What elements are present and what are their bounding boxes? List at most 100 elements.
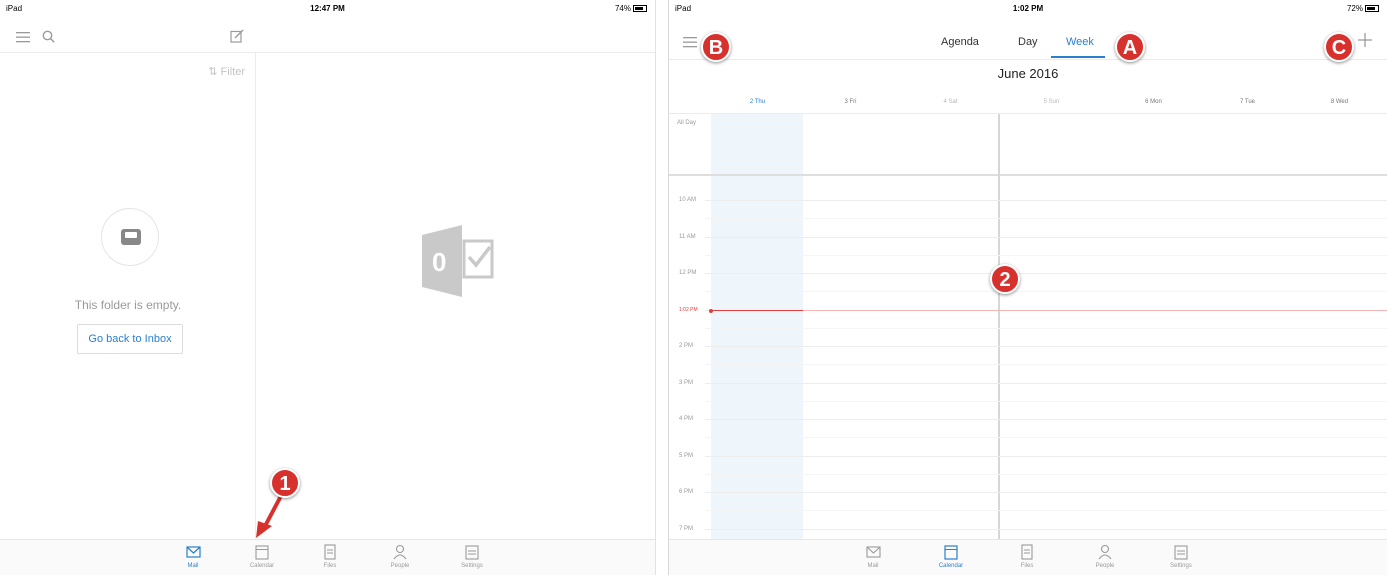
hour-label: 11 AM <box>679 234 696 240</box>
battery-indicator: 72% <box>1347 4 1379 13</box>
week-grid[interactable]: All Day 10 AM 11 AM 12 PM 1:02 PM 2 PM 3 PM 4 … <box>669 114 1387 539</box>
tab-label: Files <box>1020 563 1034 569</box>
battery-percent: 72% <box>1346 4 1363 13</box>
panel-divider <box>656 0 668 575</box>
status-time: 12:47 PM <box>310 4 345 13</box>
tab-label: People <box>1095 563 1115 569</box>
filter-button[interactable]: ⇅ Filter <box>208 65 245 78</box>
callout-1: 1 <box>270 468 300 498</box>
empty-folder-illustration <box>101 208 159 266</box>
tab-mail[interactable]: Mail <box>848 544 898 569</box>
half-hour-gridline <box>705 510 1387 511</box>
tab-label: Settings <box>1170 563 1192 569</box>
hour-gridline <box>705 346 1387 347</box>
callout-2: 2 <box>990 264 1020 294</box>
tab-settings[interactable]: Settings <box>1156 544 1206 569</box>
hour-label: 10 AM <box>679 197 697 203</box>
tab-files[interactable]: Files <box>1002 544 1052 569</box>
callout-b: B <box>701 32 731 62</box>
tab-files[interactable]: Files <box>305 544 355 569</box>
today-column <box>711 114 803 539</box>
battery-percent: 74% <box>614 4 631 13</box>
status-bar: iPad 1:02 PM 72% <box>669 0 1387 18</box>
settings-icon <box>465 545 479 560</box>
search-icon[interactable] <box>42 30 55 43</box>
day-header[interactable]: 8 Wed <box>1293 99 1386 105</box>
tab-label: Calendar <box>938 563 964 569</box>
tab-label: Mail <box>867 563 879 569</box>
hamburger-icon[interactable] <box>16 31 30 43</box>
calendar-screen: iPad 1:02 PM 72% Agenda Day Week June 20… <box>668 0 1387 575</box>
half-hour-gridline <box>705 474 1387 475</box>
tab-label: People <box>390 563 410 569</box>
week-divider <box>998 114 1000 539</box>
status-time: 1:02 PM <box>1012 4 1044 13</box>
half-hour-gridline <box>705 437 1387 438</box>
day-header[interactable]: 4 Sat <box>904 99 997 105</box>
tab-day[interactable]: Day <box>1018 36 1038 48</box>
mail-icon <box>866 546 881 558</box>
hour-label: 12 PM <box>679 270 697 276</box>
go-back-to-inbox-button[interactable]: Go back to Inbox <box>77 324 183 354</box>
tab-settings[interactable]: Settings <box>447 544 497 569</box>
day-header[interactable]: 5 Sun <box>1005 99 1098 105</box>
tab-label: Settings <box>461 563 483 569</box>
tab-agenda[interactable]: Agenda <box>941 36 979 48</box>
battery-icon <box>633 5 647 12</box>
half-hour-gridline <box>705 291 1387 292</box>
hour-gridline <box>705 492 1387 493</box>
files-icon <box>324 544 336 560</box>
hour-gridline <box>705 200 1387 201</box>
hour-gridline <box>705 383 1387 384</box>
filter-label: Filter <box>220 66 245 78</box>
calendar-toolbar: Agenda Day Week <box>669 22 1387 60</box>
tab-people[interactable]: People <box>375 544 425 569</box>
hour-label: 5 PM <box>679 453 694 459</box>
battery-icon <box>1365 5 1379 12</box>
tab-week[interactable]: Week <box>1066 36 1094 48</box>
current-time-line <box>711 310 1387 311</box>
people-icon <box>393 544 407 560</box>
compose-icon[interactable] <box>230 29 244 43</box>
plus-icon[interactable] <box>1357 32 1373 48</box>
logo-letter: 0 <box>432 247 446 277</box>
mail-icon <box>186 546 201 558</box>
hour-label: 3 PM <box>679 380 694 386</box>
hour-gridline <box>705 237 1387 238</box>
hour-label: 2 PM <box>679 343 694 349</box>
hour-gridline <box>705 456 1387 457</box>
status-bar: iPad 12:47 PM 74% <box>0 0 655 18</box>
half-hour-gridline <box>705 255 1387 256</box>
day-header[interactable]: 3 Fri <box>804 99 897 105</box>
hour-label: 6 PM <box>679 489 694 495</box>
tab-calendar[interactable]: Calendar <box>926 544 976 569</box>
tab-people[interactable]: People <box>1080 544 1130 569</box>
inbox-tray-icon <box>121 229 141 245</box>
calendar-icon <box>255 545 269 560</box>
tab-mail[interactable]: Mail <box>168 544 218 569</box>
day-header[interactable]: 7 Tue <box>1201 99 1294 105</box>
files-icon <box>1021 544 1033 560</box>
battery-indicator: 74% <box>615 4 647 13</box>
half-hour-gridline <box>705 364 1387 365</box>
all-day-label: All Day <box>677 120 697 126</box>
tab-label: Calendar <box>249 563 275 569</box>
bottom-tab-bar: Mail Calendar Files People Settings <box>669 539 1387 575</box>
day-header[interactable]: 6 Mon <box>1107 99 1200 105</box>
day-header[interactable]: 2 Thu <box>711 99 804 105</box>
hour-label: 7 PM <box>679 526 694 532</box>
mail-screen: iPad 12:47 PM 74% ⇅ Filter This folder i… <box>0 0 656 575</box>
hour-gridline <box>705 529 1387 530</box>
hour-gridline <box>705 419 1387 420</box>
hamburger-icon[interactable] <box>683 36 697 48</box>
half-hour-gridline <box>705 401 1387 402</box>
mail-toolbar <box>0 22 256 52</box>
current-time-dot <box>709 308 713 313</box>
day-headers: 2 Thu 3 Fri 4 Sat 5 Sun 6 Mon 7 Tue 8 We… <box>669 96 1387 114</box>
month-title: June 2016 <box>997 66 1059 81</box>
callout-c: C <box>1324 32 1354 62</box>
empty-folder-message: This folder is empty. <box>74 298 182 312</box>
people-icon <box>1098 544 1112 560</box>
tab-calendar[interactable]: Calendar <box>237 544 287 569</box>
tab-label: Files <box>323 563 337 569</box>
